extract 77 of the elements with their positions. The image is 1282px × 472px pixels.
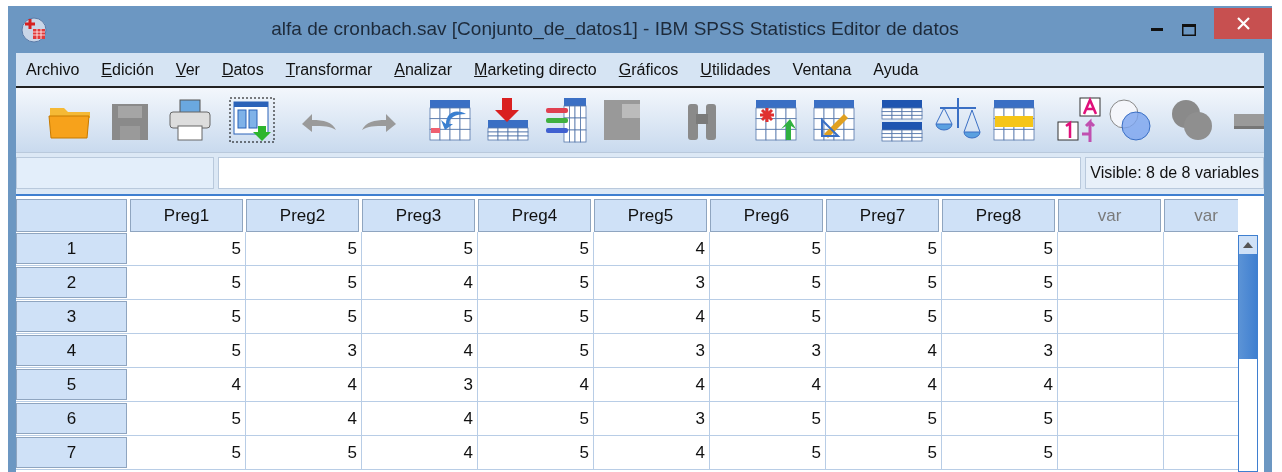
column-header[interactable]: Preg7 (826, 199, 939, 232)
table-cell[interactable]: 5 (246, 436, 362, 469)
table-cell[interactable]: 5 (246, 300, 362, 333)
table-cell[interactable]: 4 (594, 232, 710, 265)
table-cell[interactable]: 5 (130, 334, 246, 367)
menu-item[interactable]: Transformar (285, 57, 373, 82)
table-cell[interactable]: 3 (594, 402, 710, 435)
column-header[interactable]: Preg3 (362, 199, 475, 232)
table-cell[interactable]: 5 (478, 436, 594, 469)
table-cell[interactable]: 4 (594, 368, 710, 401)
table-cell[interactable]: 4 (362, 436, 478, 469)
column-header[interactable]: Preg8 (942, 199, 1055, 232)
column-header[interactable]: Preg6 (710, 199, 823, 232)
row-header[interactable]: 7 (16, 437, 127, 468)
menu-item[interactable]: Marketing directo (474, 57, 597, 82)
menu-item[interactable]: Edición (101, 57, 154, 82)
table-cell[interactable]: 5 (826, 436, 942, 469)
table-cell[interactable]: 5 (826, 266, 942, 299)
table-cell[interactable]: 5 (478, 300, 594, 333)
table-cell[interactable]: 5 (826, 300, 942, 333)
row-header[interactable]: 3 (16, 301, 127, 332)
table-cell[interactable]: 5 (710, 436, 826, 469)
menu-item[interactable]: Archivo (26, 57, 80, 82)
table-cell[interactable]: 5 (246, 232, 362, 265)
table-cell[interactable]: 5 (478, 334, 594, 367)
menu-item[interactable]: Gráficos (618, 57, 679, 82)
table-cell[interactable]: 3 (710, 334, 826, 367)
table-cell[interactable]: 5 (478, 402, 594, 435)
table-cell[interactable]: 5 (826, 232, 942, 265)
table-cell[interactable]: 5 (246, 266, 362, 299)
row-header[interactable]: 4 (16, 335, 127, 366)
table-cell[interactable]: 5 (130, 436, 246, 469)
table-cell[interactable]: 4 (594, 300, 710, 333)
table-cell[interactable]: 3 (362, 368, 478, 401)
menu-item[interactable]: Ventana (792, 57, 852, 82)
table-cell[interactable]: 4 (826, 368, 942, 401)
table-cell[interactable]: 4 (362, 266, 478, 299)
table-cell[interactable]: 3 (594, 266, 710, 299)
column-header[interactable]: Preg5 (594, 199, 707, 232)
menu-item[interactable]: Ver (175, 57, 200, 82)
visible-variables-count: Visible: 8 de 8 variables (1085, 156, 1264, 189)
table-cell[interactable]: 5 (130, 266, 246, 299)
table-cell[interactable]: 4 (362, 402, 478, 435)
table-cell[interactable]: 3 (594, 334, 710, 367)
table-cell[interactable]: 4 (362, 334, 478, 367)
table-cell[interactable]: 5 (826, 402, 942, 435)
table-cell[interactable]: 4 (478, 368, 594, 401)
row-header[interactable]: 6 (16, 403, 127, 434)
row-header[interactable]: 5 (16, 369, 127, 400)
menu-item[interactable]: Utilidades (700, 57, 771, 82)
table-cell[interactable]: 5 (478, 266, 594, 299)
table-cell[interactable]: 4 (246, 402, 362, 435)
table-cell[interactable]: 4 (130, 368, 246, 401)
table-cell[interactable]: 4 (710, 368, 826, 401)
table-cell[interactable]: 5 (478, 232, 594, 265)
table-cell[interactable]: 3 (246, 334, 362, 367)
table-cell[interactable]: 5 (130, 402, 246, 435)
table-cell[interactable]: 4 (594, 436, 710, 469)
table-cell[interactable]: 5 (710, 232, 826, 265)
row-header[interactable]: 2 (16, 267, 127, 298)
table-cell[interactable]: 4 (826, 334, 942, 367)
table-cell[interactable]: 5 (130, 300, 246, 333)
column-header[interactable]: Preg4 (478, 199, 591, 232)
table-cell[interactable]: 4 (246, 368, 362, 401)
table-cell[interactable]: 5 (362, 300, 478, 333)
menu-item[interactable]: Datos (221, 57, 264, 82)
column-header[interactable]: Preg1 (130, 199, 243, 232)
menu-item[interactable]: Analizar (394, 57, 453, 82)
column-header[interactable]: Preg2 (246, 199, 359, 232)
menu-item[interactable]: Ayuda (873, 57, 919, 82)
table-cell[interactable]: 5 (362, 232, 478, 265)
table-cell[interactable]: 5 (130, 232, 246, 265)
table-cell[interactable]: 5 (710, 402, 826, 435)
window-title: alfa de cronbach.sav [Conjunto_de_datos1] - IBM SPSS Statistics Editor de datos (270, 17, 960, 42)
row-header[interactable]: 1 (16, 233, 127, 264)
table-cell[interactable]: 5 (710, 266, 826, 299)
table-cell[interactable]: 5 (710, 300, 826, 333)
